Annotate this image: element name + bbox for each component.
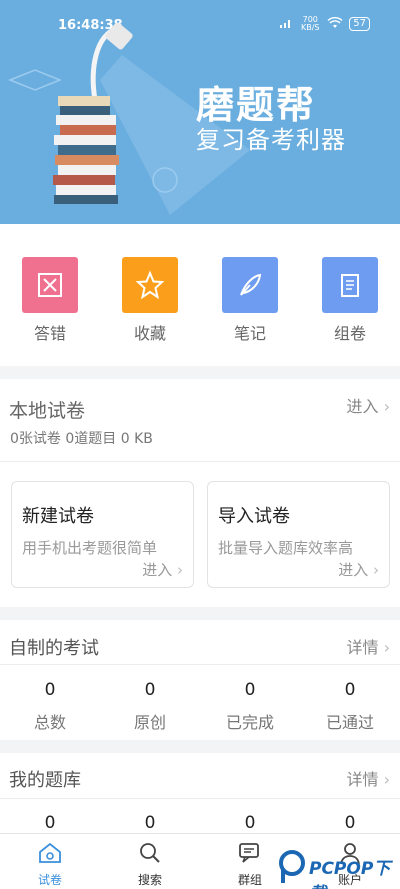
chat-icon — [239, 843, 259, 863]
my-exams-title: 自制的考试 — [9, 638, 99, 659]
local-papers-enter-link[interactable]: 进入 › — [346, 393, 390, 417]
bank-stat[interactable]: 0 — [0, 813, 100, 833]
stat-completed[interactable]: 0 已完成 — [200, 680, 300, 733]
local-papers-title: 本地试卷 — [9, 400, 86, 422]
stat-value: 0 — [144, 813, 156, 833]
tab-label: 试卷 — [37, 873, 62, 887]
home-icon — [39, 842, 61, 863]
import-paper-title: 导入试卷 — [218, 506, 290, 527]
new-paper-desc: 用手机出考题很简单 — [22, 539, 158, 557]
bank-stat[interactable]: 0 — [300, 813, 400, 833]
stat-passed[interactable]: 0 已通过 — [300, 680, 400, 733]
stat-label: 已通过 — [325, 713, 374, 732]
quick-action-favorite[interactable]: 收藏 — [122, 257, 178, 344]
quick-actions: 答错 收藏 笔记 组卷 — [0, 224, 400, 366]
stat-label: 已完成 — [225, 713, 274, 732]
stat-total[interactable]: 0 总数 — [0, 680, 100, 733]
stat-value: 0 — [244, 680, 256, 700]
import-paper-enter[interactable]: 进入 › — [338, 559, 379, 580]
header-banner: 16:48:38 700 KB/S 57 磨题帮 复习备考利器 — [0, 0, 400, 224]
enter-label: 进入 — [142, 561, 173, 579]
feather-icon — [222, 257, 278, 313]
banner-subtitle: 复习备考利器 — [196, 126, 346, 154]
divider — [0, 461, 400, 462]
divider — [0, 798, 400, 799]
stat-label: 原创 — [133, 713, 166, 732]
stat-value: 0 — [344, 813, 356, 833]
new-paper-card[interactable]: 新建试卷 用手机出考题很简单 进入 › — [11, 481, 194, 588]
stat-label: 总数 — [33, 713, 66, 732]
chevron-right-icon: › — [383, 770, 390, 789]
stat-value: 0 — [344, 680, 356, 700]
stat-original[interactable]: 0 原创 — [100, 680, 200, 733]
new-paper-enter[interactable]: 进入 › — [142, 559, 183, 580]
enter-label: 进入 — [338, 561, 369, 579]
divider — [0, 664, 400, 665]
scroll-icon — [322, 257, 378, 313]
import-paper-card[interactable]: 导入试卷 批量导入题库效率高 进入 › — [207, 481, 390, 588]
search-icon — [140, 843, 160, 863]
quick-action-notes[interactable]: 笔记 — [222, 257, 278, 344]
new-paper-title: 新建试卷 — [22, 506, 94, 527]
enter-label: 进入 — [346, 397, 379, 416]
wrong-answer-icon — [22, 257, 78, 313]
tab-search[interactable]: 搜索 — [110, 840, 190, 888]
quick-action-label: 收藏 — [133, 324, 166, 343]
quick-action-label: 组卷 — [333, 324, 366, 343]
quick-action-wrong[interactable]: 答错 — [22, 257, 78, 344]
quick-action-compose[interactable]: 组卷 — [322, 257, 378, 344]
watermark: PCPOP下载 — [277, 847, 397, 889]
star-icon — [122, 257, 178, 313]
chevron-right-icon: › — [177, 561, 183, 579]
stat-value: 0 — [44, 813, 56, 833]
my-exams-card: 自制的考试 详情 › 0 总数 0 原创 0 已完成 0 已通过 — [0, 620, 400, 740]
watermark-logo-icon — [279, 850, 305, 883]
watermark-text: PCPOP下载 — [309, 859, 391, 889]
chevron-right-icon: › — [383, 397, 390, 416]
stat-value: 0 — [244, 813, 256, 833]
my-banks-title: 我的题库 — [9, 770, 81, 791]
details-label: 详情 — [346, 638, 379, 657]
quick-action-label: 答错 — [33, 324, 66, 343]
tab-papers[interactable]: 试卷 — [10, 840, 90, 888]
import-paper-desc: 批量导入题库效率高 — [218, 539, 354, 557]
tab-label: 搜索 — [137, 873, 162, 887]
stat-value: 0 — [144, 680, 156, 700]
my-exams-details-link[interactable]: 详情 › — [346, 634, 390, 658]
stat-value: 0 — [44, 680, 56, 700]
my-banks-card: 我的题库 详情 › 0 0 0 0 — [0, 753, 400, 833]
chevron-right-icon: › — [373, 561, 379, 579]
my-banks-details-link[interactable]: 详情 › — [346, 766, 390, 790]
details-label: 详情 — [346, 770, 379, 789]
bank-stat[interactable]: 0 — [200, 813, 300, 833]
local-papers-stats: 0张试卷 0道题目 0 KB — [10, 431, 153, 447]
bank-stat[interactable]: 0 — [100, 813, 200, 833]
chevron-right-icon: › — [383, 638, 390, 657]
quick-action-label: 笔记 — [233, 324, 266, 343]
